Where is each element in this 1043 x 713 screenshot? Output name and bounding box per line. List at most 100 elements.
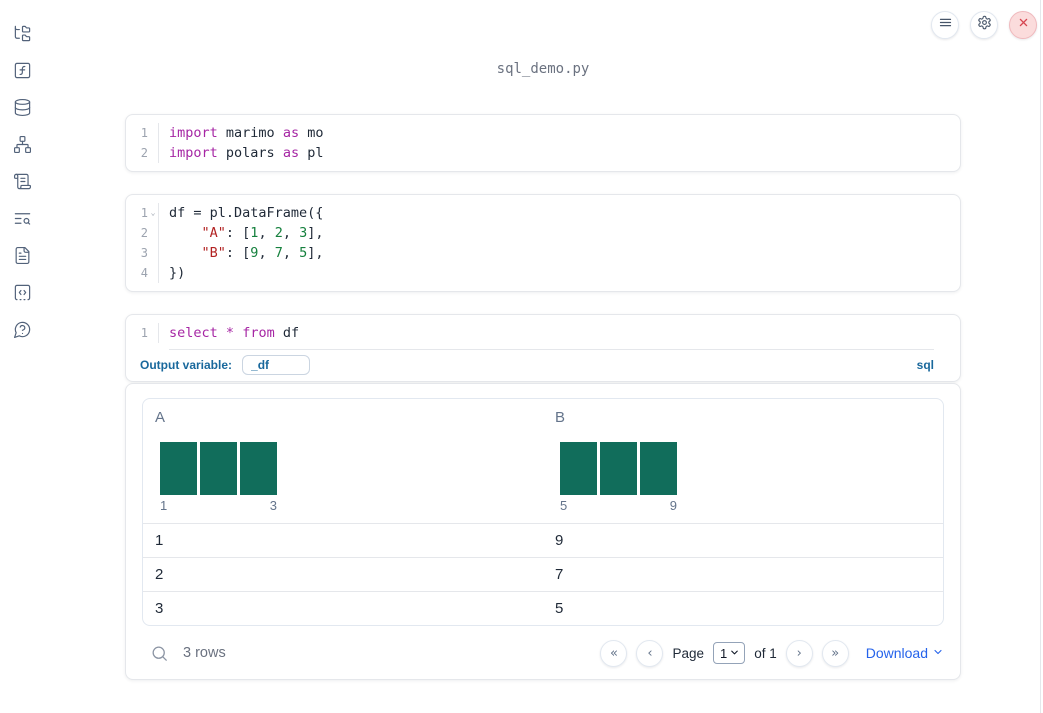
sql-cell: 1 select * from df Output variable: sql bbox=[125, 314, 961, 382]
language-badge: sql bbox=[916, 358, 934, 372]
download-button[interactable]: Download bbox=[866, 645, 944, 661]
code-editor[interactable]: 1 import marimo as mo 2 import polars as pl bbox=[126, 115, 960, 171]
dataframe-output-panel: A13B59 192735 3 rows « ‹ Page 1 of 1 › »… bbox=[125, 383, 961, 680]
last-page-button[interactable]: » bbox=[821, 639, 849, 667]
page-of-label: of 1 bbox=[754, 645, 777, 661]
table-cell: 2 bbox=[155, 566, 164, 583]
code-text: }) bbox=[169, 265, 186, 281]
hamburger-icon bbox=[938, 15, 953, 35]
notebook-filename[interactable]: sql_demo.py bbox=[125, 0, 961, 114]
table-row: 19 bbox=[143, 523, 943, 557]
pagination: « ‹ Page 1 of 1 › » Download bbox=[600, 639, 944, 667]
line-gutter: 3 bbox=[126, 243, 159, 263]
code-text: import marimo as mo bbox=[169, 125, 324, 141]
column-name: B bbox=[555, 409, 566, 426]
sidebar-item-snippets[interactable] bbox=[13, 283, 32, 302]
line-number: 3 bbox=[140, 246, 148, 260]
code-text: select * from df bbox=[169, 325, 300, 341]
sidebar-item-datasources[interactable] bbox=[13, 98, 32, 117]
sidebar-item-file-explorer[interactable] bbox=[13, 24, 32, 43]
line-number: 2 bbox=[140, 226, 148, 240]
output-variable-label: Output variable: bbox=[140, 358, 233, 372]
code-text: "B": [9, 7, 5], bbox=[201, 245, 324, 261]
histogram-bar bbox=[240, 442, 277, 495]
histogram-axis-labels: 59 bbox=[560, 497, 677, 515]
code-editor[interactable]: 1 ⌄ df = pl.DataFrame({ 2 "A": [1, 2, 3], 3 … bbox=[126, 195, 960, 291]
search-icon bbox=[150, 646, 169, 667]
topbar bbox=[931, 11, 1037, 39]
page-label: Page bbox=[672, 645, 704, 661]
close-icon bbox=[1016, 15, 1031, 35]
code-square-icon bbox=[13, 283, 32, 302]
row-count: 3 rows bbox=[183, 645, 226, 661]
shutdown-button[interactable] bbox=[1009, 11, 1037, 39]
histogram-max-label: 3 bbox=[269, 498, 277, 513]
histogram-max-label: 9 bbox=[669, 498, 677, 513]
sidebar-item-scratchpad[interactable] bbox=[13, 172, 32, 191]
code-line: 1 select * from df bbox=[126, 323, 960, 343]
table-cell: 3 bbox=[155, 600, 164, 617]
square-function-icon bbox=[13, 61, 32, 80]
network-icon bbox=[13, 135, 32, 154]
column-histogram bbox=[560, 442, 677, 495]
line-number: 2 bbox=[140, 146, 148, 160]
code-line: 1 ⌄ df = pl.DataFrame({ bbox=[126, 203, 960, 223]
fold-chevron-icon[interactable]: ⌄ bbox=[148, 208, 158, 218]
notebook-menu-button[interactable] bbox=[931, 11, 959, 39]
code-line: 3 "B": [9, 7, 5], bbox=[126, 243, 960, 263]
folder-tree-icon bbox=[13, 24, 32, 43]
line-gutter: 1 ⌄ bbox=[126, 203, 159, 223]
sidebar-item-dependencies[interactable] bbox=[13, 135, 32, 154]
histogram-min-label: 1 bbox=[160, 498, 168, 513]
previous-page-button[interactable]: ‹ bbox=[636, 639, 664, 667]
message-question-icon bbox=[13, 320, 32, 339]
histogram-bar bbox=[640, 442, 677, 495]
code-cell-1: 1 import marimo as mo 2 import polars as pl bbox=[125, 114, 961, 172]
table-footer: 3 rows « ‹ Page 1 of 1 › » Download bbox=[142, 636, 944, 670]
code-line: 2 import polars as pl bbox=[126, 143, 960, 163]
sidebar-item-variables[interactable] bbox=[13, 61, 32, 80]
code-line: 2 "A": [1, 2, 3], bbox=[126, 223, 960, 243]
first-page-button[interactable]: « bbox=[600, 639, 628, 667]
text-search-icon bbox=[13, 209, 32, 228]
code-line: 1 import marimo as mo bbox=[126, 123, 960, 143]
table-row: 27 bbox=[143, 557, 943, 591]
window-right-edge bbox=[1040, 0, 1041, 713]
table-cell: 7 bbox=[555, 566, 564, 583]
code-text: df = pl.DataFrame({ bbox=[169, 205, 324, 221]
download-label: Download bbox=[865, 645, 928, 661]
table-search-button[interactable] bbox=[150, 644, 169, 663]
column-histogram bbox=[160, 442, 277, 495]
settings-button[interactable] bbox=[970, 11, 998, 39]
histogram-axis-labels: 13 bbox=[160, 497, 277, 515]
code-cell-2: 1 ⌄ df = pl.DataFrame({ 2 "A": [1, 2, 3], 3 … bbox=[125, 194, 961, 292]
chevron-down-icon bbox=[932, 645, 944, 661]
sidebar bbox=[0, 0, 44, 713]
sql-cell-footer: Output variable: sql bbox=[126, 350, 960, 381]
column-name: A bbox=[155, 409, 166, 426]
notebook: sql_demo.py 1 import marimo as mo 2 import … bbox=[125, 0, 961, 680]
database-icon bbox=[13, 98, 32, 117]
next-page-button[interactable]: › bbox=[785, 639, 813, 667]
line-gutter: 1 bbox=[126, 123, 159, 143]
gear-icon bbox=[977, 15, 992, 35]
line-number: 4 bbox=[140, 266, 148, 280]
dataframe-table: A13B59 192735 bbox=[142, 398, 944, 626]
column-header-A[interactable]: A13 bbox=[143, 399, 543, 523]
code-line: 4}) bbox=[126, 263, 960, 283]
table-cell: 1 bbox=[155, 532, 164, 549]
sidebar-item-help[interactable] bbox=[13, 320, 32, 339]
column-header-B[interactable]: B59 bbox=[543, 399, 943, 523]
code-text: import polars as pl bbox=[169, 145, 324, 161]
histogram-bar bbox=[560, 442, 597, 495]
sidebar-item-documentation[interactable] bbox=[13, 246, 32, 265]
line-gutter: 1 bbox=[126, 323, 159, 343]
code-editor[interactable]: 1 select * from df bbox=[126, 315, 960, 345]
output-variable-input[interactable] bbox=[242, 355, 311, 375]
histogram-min-label: 5 bbox=[560, 498, 568, 513]
page-select[interactable]: 1 bbox=[712, 642, 746, 664]
page-select-value: 1 bbox=[719, 645, 728, 661]
sidebar-item-logs[interactable] bbox=[13, 209, 32, 228]
table-cell: 9 bbox=[555, 532, 564, 549]
line-gutter: 4 bbox=[126, 263, 159, 283]
